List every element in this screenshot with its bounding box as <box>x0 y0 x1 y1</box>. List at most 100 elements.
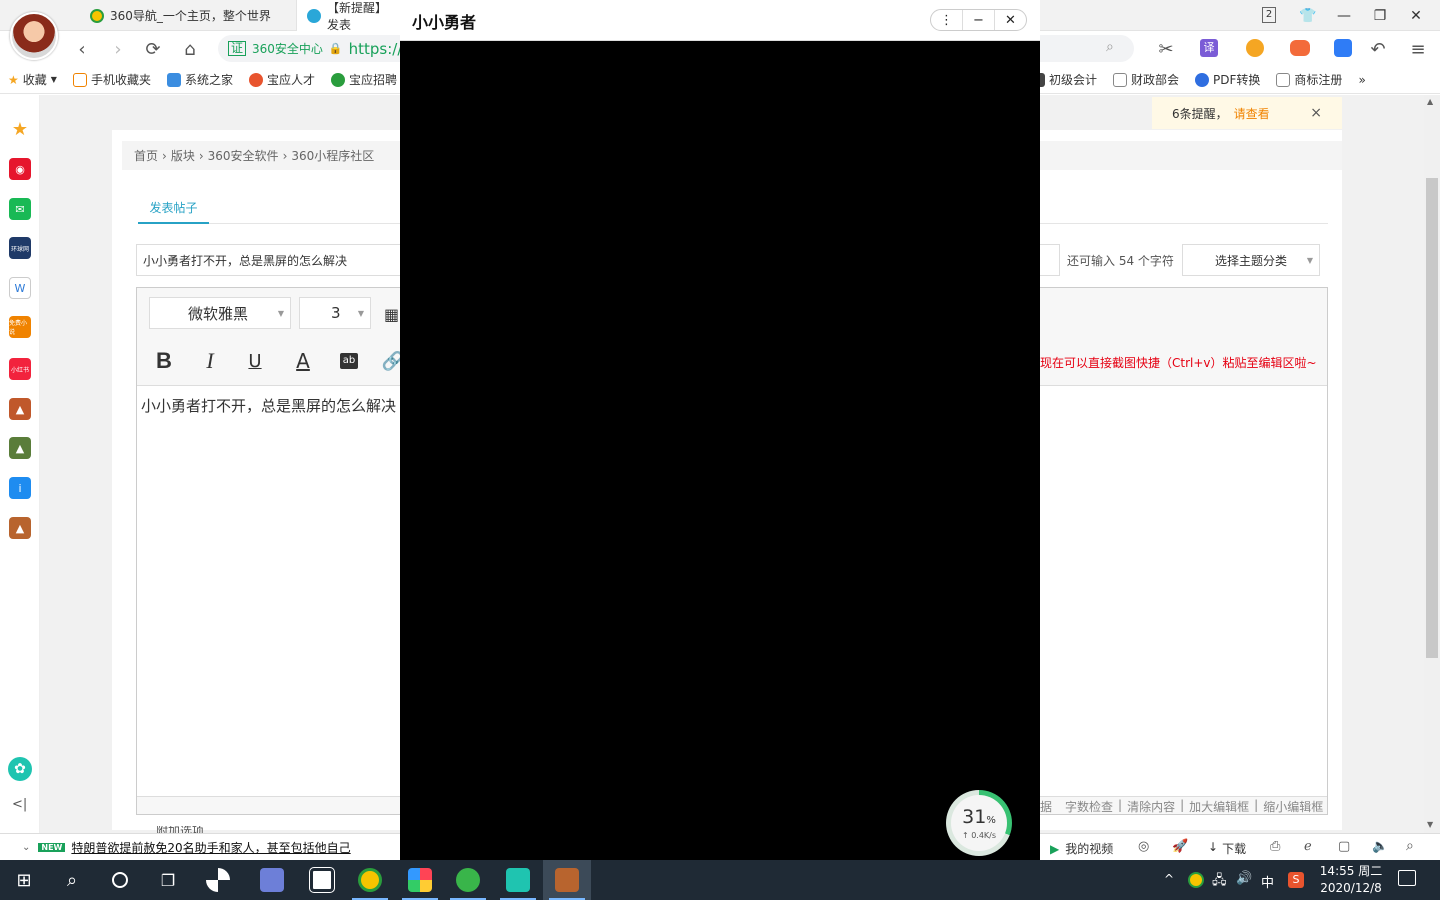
speedup-icon[interactable]: ◎ <box>1138 839 1149 854</box>
task-view-icon[interactable]: ❐ <box>144 860 192 900</box>
colorful-app-icon[interactable] <box>396 860 444 900</box>
game-window-canvas[interactable] <box>400 0 1040 860</box>
speaker-icon[interactable]: 🔊 <box>1236 871 1252 886</box>
back-icon[interactable]: ‹ <box>70 37 94 61</box>
clear-content-link[interactable]: 清除内容 <box>1127 798 1175 815</box>
word-check-link[interactable]: 字数检查 <box>1065 798 1113 815</box>
bookmark-baoying-rencai[interactable]: 宝应人才 <box>241 71 323 88</box>
xiaohongshu-icon[interactable]: 小红书 <box>9 358 31 380</box>
restore-icon[interactable]: ❐ <box>1362 0 1398 31</box>
underline-icon[interactable]: U <box>242 348 268 374</box>
bookmark-mobile[interactable]: 手机收藏夹 <box>65 71 159 88</box>
shrink-editor-link[interactable]: 缩小编辑框 <box>1263 798 1323 815</box>
additional-options[interactable]: 附加选项 <box>156 826 204 833</box>
footer-link[interactable]: 据 <box>1040 798 1052 815</box>
minimize-icon[interactable]: — <box>1326 0 1362 31</box>
sogou-ime-icon[interactable]: S <box>1288 872 1304 888</box>
skin-icon[interactable]: 👕 <box>1290 0 1326 31</box>
notice-link[interactable]: 请查看 <box>1234 105 1270 122</box>
italic-icon[interactable]: I <box>197 348 223 374</box>
360-speed-icon[interactable] <box>444 860 492 900</box>
enlarge-editor-link[interactable]: 加大编辑框 <box>1189 798 1249 815</box>
table-icon[interactable]: ▦ <box>384 305 399 324</box>
news-icon[interactable]: 环球网 <box>9 237 31 259</box>
game-close-icon[interactable]: ✕ <box>995 10 1026 30</box>
breadcrumb-mini-program[interactable]: 360小程序社区 <box>291 147 374 164</box>
tab-forum-post[interactable]: 【新提醒】发表 <box>296 0 402 32</box>
novel-icon[interactable]: 免费小说 <box>9 316 31 338</box>
ime-indicator[interactable]: 中 <box>1261 872 1274 891</box>
360-browser-taskbar-icon[interactable] <box>346 860 394 900</box>
mini-program-icon[interactable]: ✿ <box>8 757 32 781</box>
editor-content[interactable]: 小小勇者打不开，总是黑屏的怎么解决 <box>141 395 396 416</box>
news-ticker[interactable]: 特朗普欲提前赦免20名助手和家人，甚至包括他自己 <box>71 839 350 856</box>
scissors-icon[interactable]: ✂ <box>1154 37 1178 61</box>
category-select[interactable]: 选择主题分类 ▼ <box>1182 244 1320 276</box>
translate-icon[interactable]: 译 <box>1200 39 1218 57</box>
clock[interactable]: 14:55 周二 2020/12/8 <box>1316 863 1386 897</box>
close-window-icon[interactable]: ✕ <box>1398 0 1434 31</box>
breadcrumb-boards[interactable]: 版块 <box>171 147 195 164</box>
home-icon[interactable]: ⌂ <box>178 37 202 61</box>
breadcrumb-home[interactable]: 首页 <box>134 147 158 164</box>
tray-expand-icon[interactable]: ^ <box>1164 872 1174 886</box>
feather-app-icon[interactable] <box>248 860 296 900</box>
tab-new-post[interactable]: 发表帖子 <box>138 196 209 224</box>
chevron-down-icon[interactable]: ⌄ <box>22 842 30 853</box>
scrollbar-thumb[interactable] <box>1426 178 1438 658</box>
game-controller-icon[interactable] <box>1290 40 1310 56</box>
game-warrior-icon[interactable]: ▲ <box>9 398 31 420</box>
game-hero-icon[interactable]: ▲ <box>9 517 31 539</box>
zoom-icon[interactable]: ⌕ <box>1406 838 1414 854</box>
window-icon[interactable]: ▢ <box>1338 839 1350 854</box>
word-doc-icon[interactable]: W <box>9 277 31 299</box>
bookmark-baoying-zhaopin[interactable]: 宝应招聘 <box>323 71 405 88</box>
ipad-app-icon[interactable]: i <box>9 477 31 499</box>
undo-icon[interactable]: ↶ <box>1366 37 1390 61</box>
notice-close-icon[interactable]: × <box>1310 105 1322 121</box>
scroll-up-icon[interactable]: ▲ <box>1427 97 1433 106</box>
my-video-button[interactable]: ▶ 我的视频 <box>1050 840 1113 857</box>
more-options-icon[interactable]: ⋮ <box>931 10 963 30</box>
game-taskbar-icon[interactable] <box>543 860 591 900</box>
background-color-icon[interactable]: ab <box>340 353 358 369</box>
ie-icon[interactable]: ℯ <box>1304 839 1312 854</box>
download-button[interactable]: ↓ 下载 <box>1208 840 1246 857</box>
font-color-icon[interactable]: A <box>290 348 316 374</box>
bookmark-pdf[interactable]: PDF转换 <box>1187 71 1268 88</box>
bookmark-shangbiao[interactable]: 商标注册 <box>1268 71 1350 88</box>
tab-count-badge[interactable]: 2 <box>1262 7 1276 23</box>
cert-badge[interactable]: 证 <box>228 41 247 56</box>
reload-icon[interactable]: ⟳ <box>141 37 165 61</box>
bookmarks-more[interactable]: » <box>1350 73 1373 87</box>
network-speed-gauge[interactable]: 31% ↑ 0.4K/s <box>946 790 1012 856</box>
bookmark-xitongzhijia[interactable]: 系统之家 <box>159 71 241 88</box>
start-windows-icon[interactable]: ⊞ <box>0 860 48 900</box>
sidebar-collapse-icon[interactable]: <| <box>12 797 27 812</box>
network-icon[interactable]: 🖧 <box>1212 871 1227 893</box>
bookmark-caizhengbu[interactable]: 财政部会 <box>1105 71 1187 88</box>
calculator-icon[interactable] <box>298 860 346 900</box>
print-icon[interactable]: ⎙ <box>1270 839 1280 854</box>
mini-program-taskbar-icon[interactable] <box>494 860 542 900</box>
font-size-select[interactable]: 3 ▼ <box>299 297 371 329</box>
weibo-icon[interactable]: ◉ <box>9 158 31 180</box>
font-family-select[interactable]: 微软雅黑 ▼ <box>149 297 291 329</box>
forward-icon[interactable]: › <box>106 37 130 61</box>
scroll-down-icon[interactable]: ▼ <box>1427 820 1433 829</box>
cortana-icon[interactable] <box>96 860 144 900</box>
apps-grid-icon[interactable] <box>1334 39 1352 57</box>
bold-icon[interactable]: B <box>151 348 177 374</box>
search-icon[interactable]: ⌕ <box>1106 39 1114 55</box>
favorites-star-icon[interactable]: ★ <box>9 118 31 140</box>
volume-icon[interactable]: 🔈 <box>1372 839 1388 854</box>
rocket-icon[interactable]: 🚀 <box>1172 839 1188 854</box>
tab-360-nav[interactable]: 360导航_一个主页，整个世界 <box>80 0 290 31</box>
menu-icon[interactable]: ≡ <box>1406 37 1430 61</box>
user-avatar[interactable] <box>10 12 58 60</box>
pinwheel-app-icon[interactable] <box>194 860 242 900</box>
tray-360-icon[interactable] <box>1188 872 1204 888</box>
mail-icon[interactable]: ✉ <box>9 198 31 220</box>
game-battle-icon[interactable]: ▲ <box>9 437 31 459</box>
bookmark-favorites[interactable]: ★ 收藏 ▼ <box>0 71 65 88</box>
